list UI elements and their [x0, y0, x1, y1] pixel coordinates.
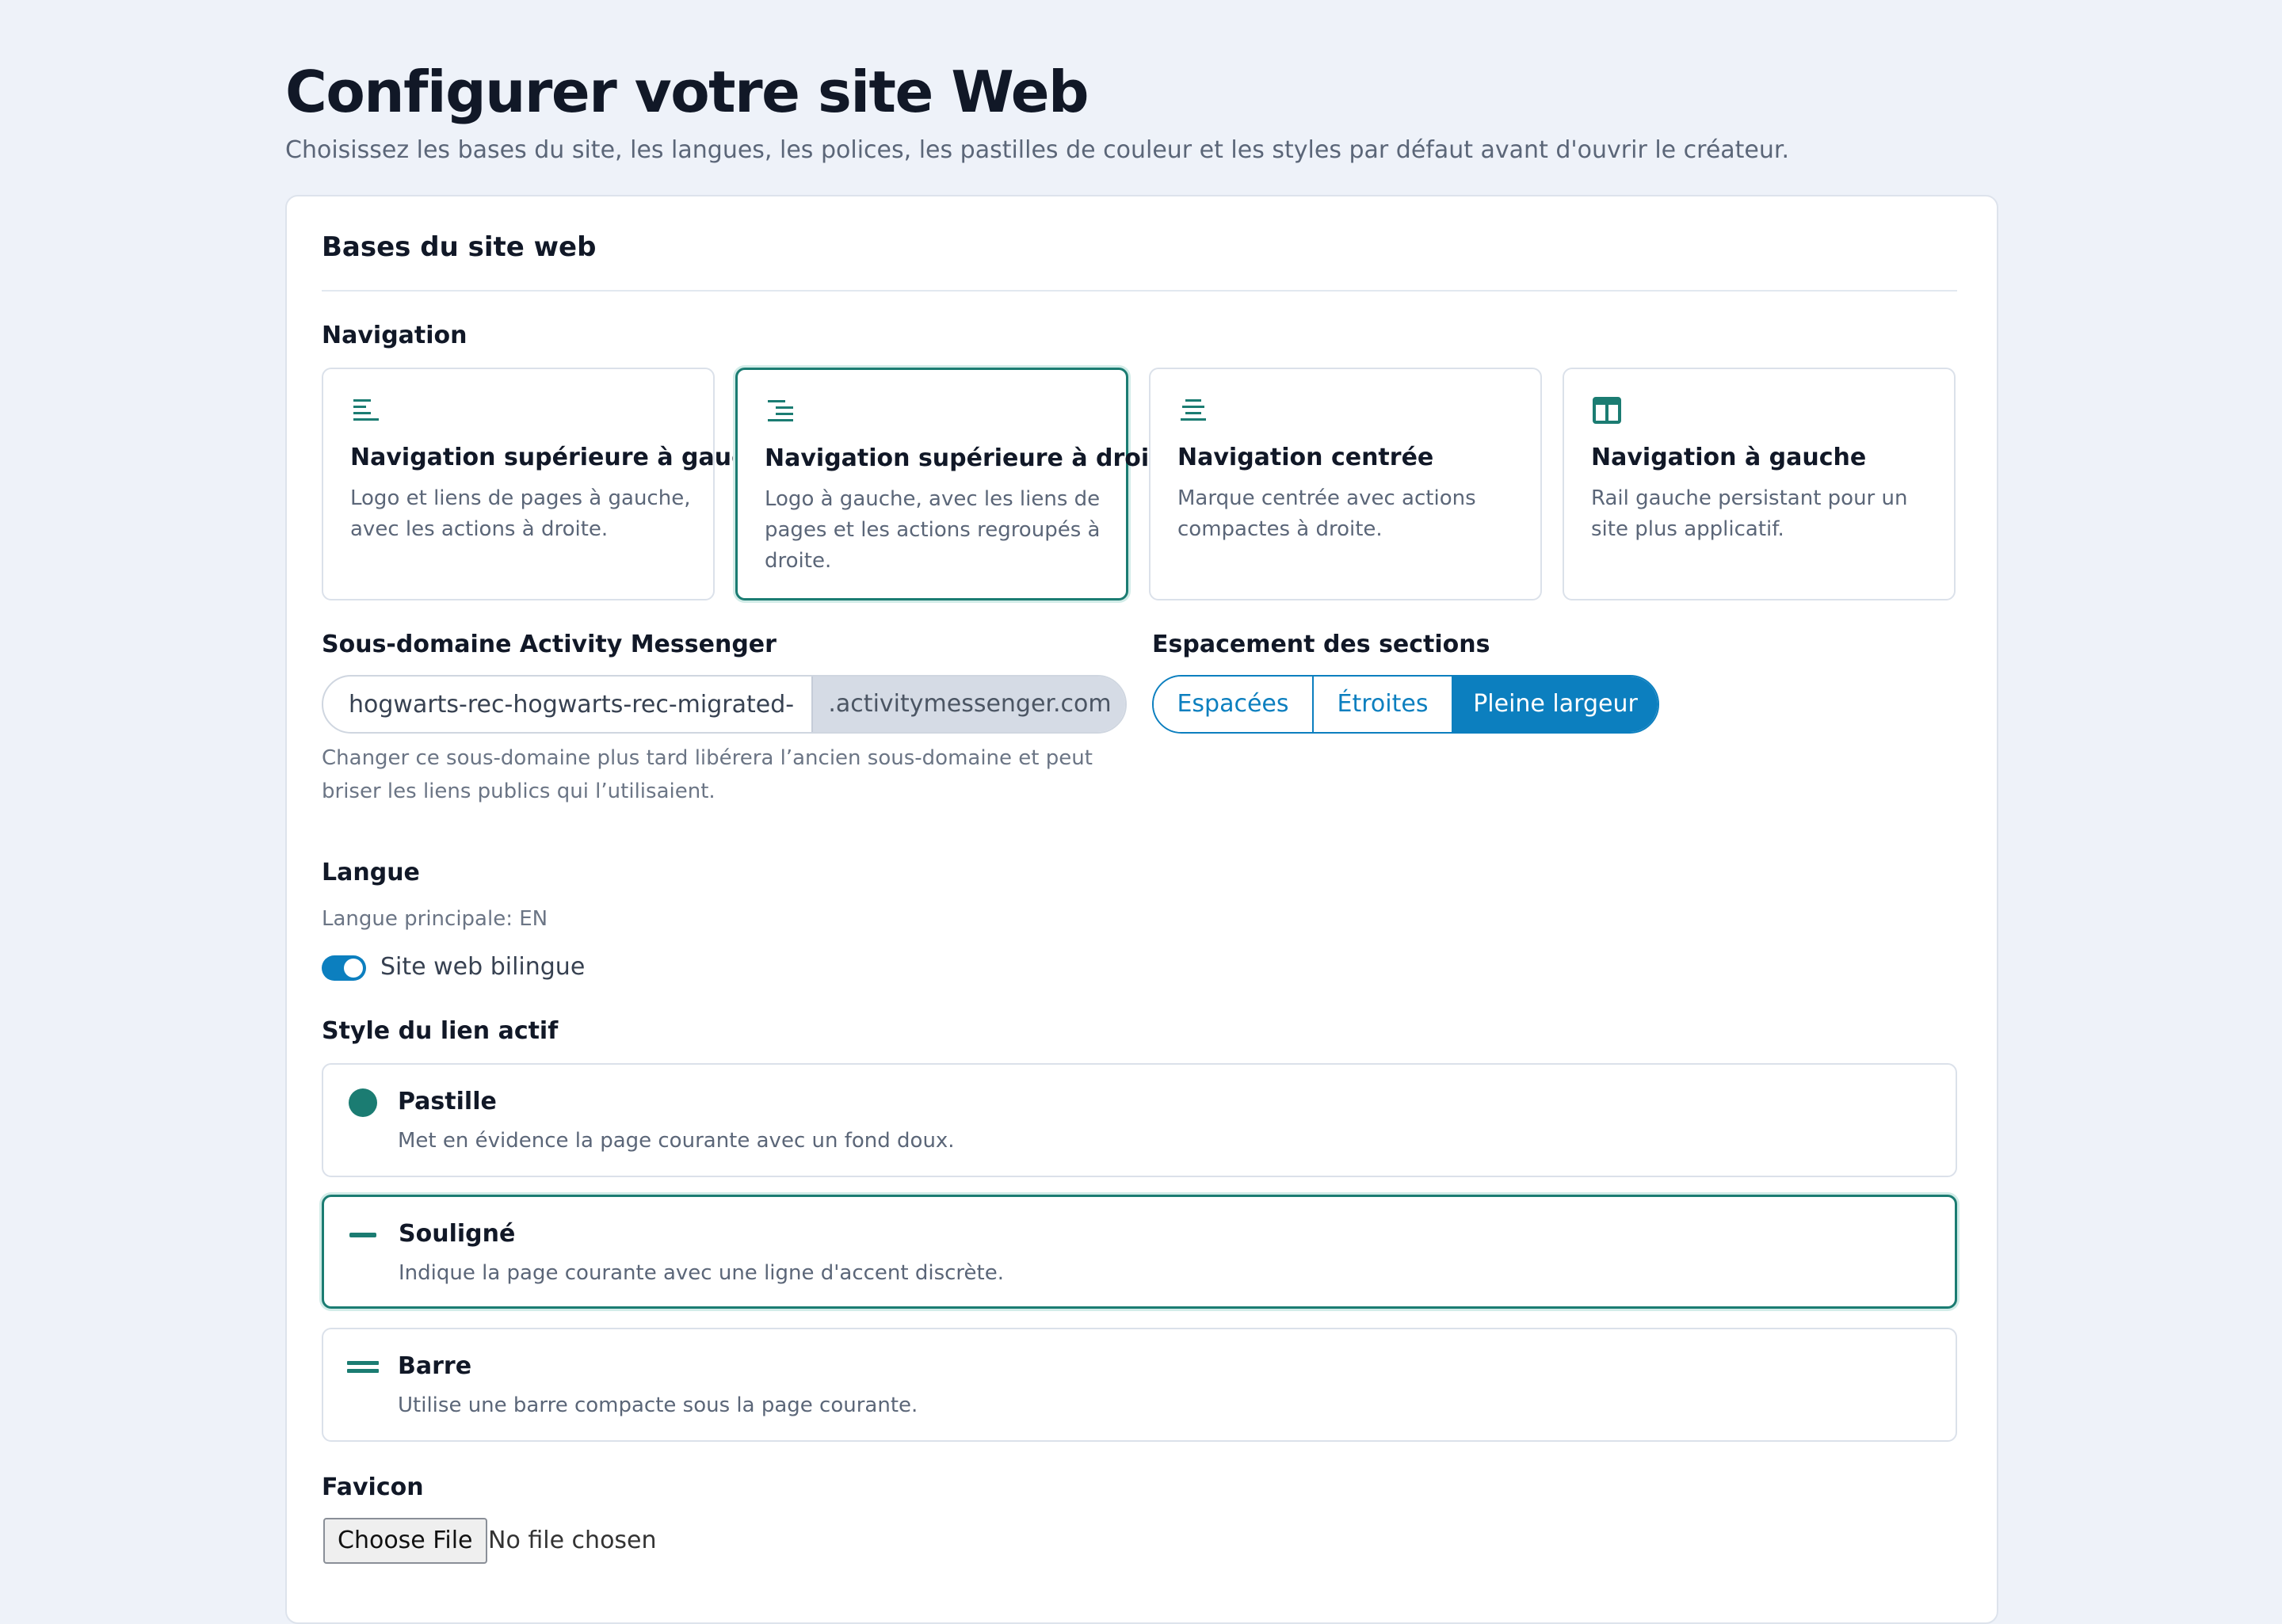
- align-center-icon: [1181, 399, 1206, 421]
- nav-option-description: Rail gauche persistant pour un site plus…: [1591, 486, 1908, 541]
- favicon-label: Favicon: [322, 1473, 424, 1501]
- toggle-knob: [344, 959, 363, 978]
- style-option-title: Souligné: [399, 1220, 516, 1248]
- active-link-style-label: Style du lien actif: [322, 1017, 559, 1045]
- nav-option-description: Logo à gauche, avec les liens de pages e…: [765, 487, 1101, 573]
- style-option-description: Utilise une barre compacte sous la page …: [398, 1393, 918, 1417]
- section-title: Bases du site web: [322, 231, 597, 263]
- nav-option-title: Navigation supérieure à droite: [765, 444, 1177, 472]
- style-option-description: Indique la page courante avec une ligne …: [399, 1261, 1005, 1285]
- sidebar-layout-icon: [1593, 397, 1621, 424]
- filled-circle-icon: [349, 1088, 377, 1117]
- style-option-underline[interactable]: Souligné Indique la page courante avec u…: [322, 1195, 1957, 1309]
- spacing-segmented-control: Espacées Étroites Pleine largeur: [1152, 675, 1659, 734]
- section-divider: [322, 290, 1957, 292]
- nav-option-top-left[interactable]: Navigation supérieure à gauche Logo et l…: [322, 368, 779, 600]
- page-subtitle: Choisissez les bases du site, les langue…: [285, 136, 1790, 164]
- navigation-label: Navigation: [322, 322, 467, 349]
- style-option-description: Met en évidence la page courante avec un…: [398, 1129, 955, 1153]
- nav-option-title: Navigation centrée: [1177, 444, 1434, 471]
- style-option-title: Pastille: [398, 1088, 497, 1115]
- bilingual-toggle-label: Site web bilingue: [380, 953, 586, 981]
- subdomain-input[interactable]: [323, 677, 811, 732]
- align-left-icon: [353, 399, 379, 421]
- page-title: Configurer votre site Web: [285, 59, 1089, 125]
- file-status-text: No file chosen: [488, 1527, 657, 1554]
- bilingual-toggle[interactable]: [322, 955, 366, 981]
- nav-option-title: Navigation supérieure à gauche: [350, 444, 779, 471]
- style-option-bar[interactable]: Barre Utilise une barre compacte sous la…: [322, 1328, 1957, 1442]
- subdomain-field: .activitymessenger.com: [322, 675, 1127, 734]
- spacing-option-full-width[interactable]: Pleine largeur: [1453, 677, 1658, 732]
- nav-option-description: Marque centrée avec actions compactes à …: [1177, 486, 1476, 541]
- underline-dash-icon: [349, 1233, 376, 1237]
- spacing-option-narrow[interactable]: Étroites: [1314, 677, 1453, 732]
- nav-option-left-rail[interactable]: Navigation à gauche Rail gauche persista…: [1563, 368, 1956, 600]
- align-right-icon: [768, 400, 793, 421]
- nav-option-title: Navigation à gauche: [1591, 444, 1867, 471]
- choose-file-button[interactable]: Choose File: [323, 1518, 487, 1564]
- subdomain-help-text: Changer ce sous-domaine plus tard libére…: [322, 746, 1093, 803]
- primary-language-text: Langue principale: EN: [322, 907, 548, 931]
- style-option-pill[interactable]: Pastille Met en évidence la page courant…: [322, 1063, 1957, 1177]
- language-label: Langue: [322, 859, 420, 886]
- style-option-title: Barre: [398, 1352, 472, 1380]
- subdomain-suffix: .activitymessenger.com: [811, 677, 1125, 732]
- nav-option-top-right[interactable]: Navigation supérieure à droite Logo à ga…: [735, 368, 1177, 600]
- spacing-option-spaced[interactable]: Espacées: [1154, 677, 1314, 732]
- nav-option-description: Logo et liens de pages à gauche, avec le…: [350, 486, 691, 541]
- nav-option-centered[interactable]: Navigation centrée Marque centrée avec a…: [1149, 368, 1542, 600]
- spacing-label: Espacement des sections: [1152, 631, 1490, 658]
- double-bar-icon: [347, 1361, 379, 1373]
- subdomain-label: Sous-domaine Activity Messenger: [322, 631, 777, 658]
